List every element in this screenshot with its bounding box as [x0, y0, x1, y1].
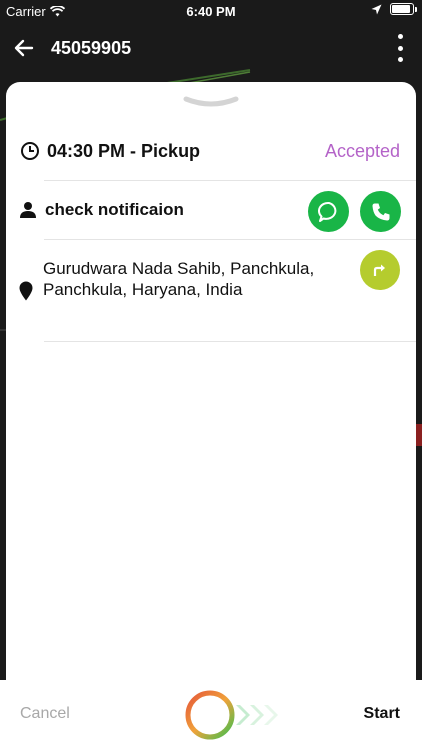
address-row: Gurudwara Nada Sahib, Panchkula, Panchku…	[6, 250, 416, 340]
phone-icon	[372, 203, 389, 220]
cancel-button[interactable]: Cancel	[20, 705, 70, 723]
location-pin-icon	[19, 281, 33, 301]
status-right-group	[371, 3, 417, 15]
sheet-handle[interactable]	[183, 94, 239, 107]
person-icon	[20, 202, 36, 218]
chevron-down-icon	[183, 96, 239, 107]
back-button[interactable]	[12, 36, 36, 60]
clock-icon	[21, 142, 39, 160]
status-bar: Carrier 6:40 PM	[0, 0, 422, 22]
turn-right-arrow-icon	[373, 264, 385, 276]
trip-status-badge: Accepted	[324, 141, 400, 161]
slide-to-start-icon	[185, 690, 278, 740]
more-vertical-icon	[397, 34, 403, 39]
more-options-button[interactable]	[396, 34, 404, 62]
header-bar: 45059905	[0, 22, 422, 74]
status-time: 6:40 PM	[186, 4, 236, 19]
pickup-row: 04:30 PM - Pickup Accepted	[6, 132, 416, 172]
divider	[44, 180, 416, 181]
chat-bubble-icon	[317, 201, 336, 222]
start-button[interactable]: Start	[364, 705, 400, 723]
customer-name: check notificaion	[45, 200, 184, 219]
bottom-action-bar: Cancel Start	[0, 680, 422, 750]
customer-row: check notificaion	[6, 187, 416, 237]
pickup-address: Gurudwara Nada Sahib, Panchkula, Panchku…	[43, 259, 315, 299]
arrow-left-icon	[14, 39, 34, 57]
divider	[44, 341, 416, 342]
navigate-button[interactable]	[360, 250, 400, 290]
call-button[interactable]	[360, 191, 401, 232]
trip-details-card: 04:30 PM - Pickup Accepted check notific…	[6, 82, 416, 702]
battery-icon	[390, 3, 417, 15]
pickup-time: 04:30 PM - Pickup	[47, 141, 201, 161]
chat-button[interactable]	[308, 191, 349, 232]
location-arrow-icon	[371, 4, 382, 14]
order-id-title: 45059905	[51, 38, 132, 58]
slide-to-start-control[interactable]	[184, 689, 296, 741]
divider	[44, 239, 416, 240]
